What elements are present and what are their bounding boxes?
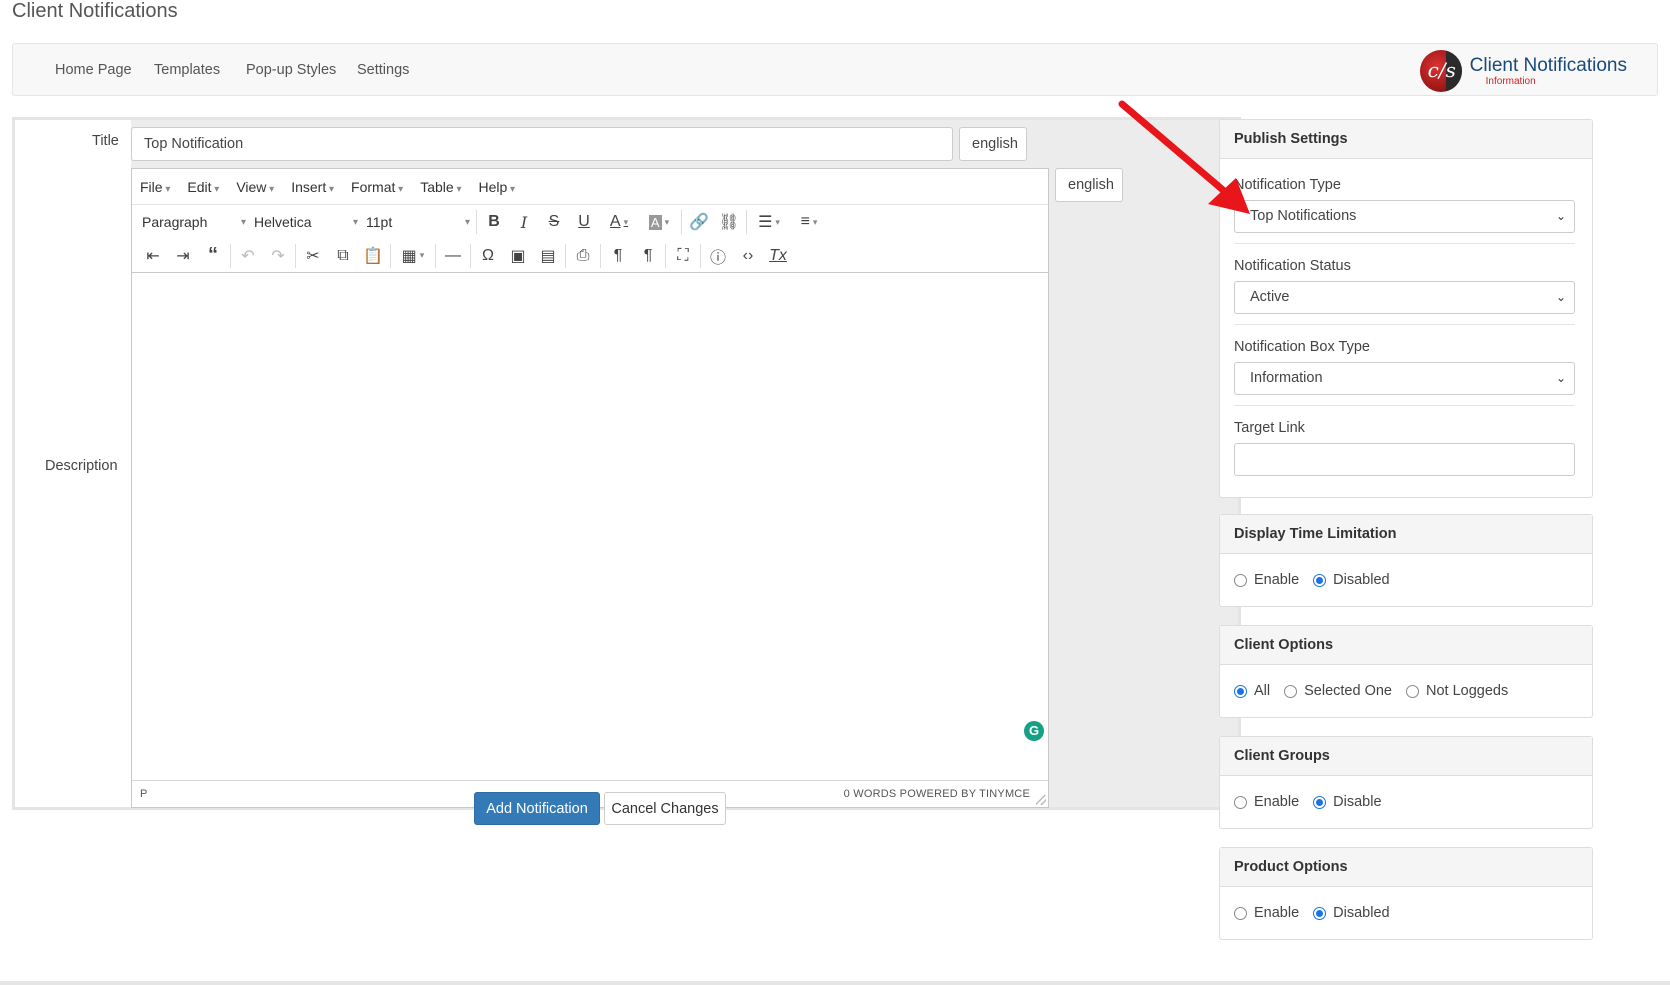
client-groups-heading: Client Groups xyxy=(1220,737,1592,776)
client-options-panel: Client Options All Selected One Not Logg… xyxy=(1219,625,1593,718)
copy-icon[interactable]: ⧉ xyxy=(328,242,358,270)
footer-divider xyxy=(0,981,1670,985)
top-navbar: Home Page Templates Pop-up Styles Settin… xyxy=(12,43,1658,96)
nav-settings[interactable]: Settings xyxy=(357,62,409,78)
unlink-icon[interactable]: ⛓ xyxy=(714,208,744,236)
bullet-list-icon[interactable]: ☰ xyxy=(749,208,789,236)
client-options-not-logged-radio[interactable]: Not Loggeds xyxy=(1406,683,1508,699)
redo-icon[interactable]: ↷ xyxy=(263,242,293,270)
menu-file[interactable]: File xyxy=(140,179,170,195)
page: { "page_title": "Client Notifications", … xyxy=(0,0,1670,985)
word-count: 0 WORDS POWERED BY TINYMCE xyxy=(843,788,1030,800)
media-icon[interactable]: ▤ xyxy=(533,242,563,270)
source-code-icon[interactable]: ‹› xyxy=(733,242,763,270)
numbered-list-icon[interactable]: ≡ xyxy=(789,208,829,236)
underline-icon[interactable]: U xyxy=(569,208,599,236)
outdent-icon[interactable]: ⇤ xyxy=(138,242,168,270)
notification-box-type-label: Notification Box Type xyxy=(1234,339,1370,355)
notification-form: Title Top Notification english Descripti… xyxy=(12,117,1241,810)
editor-menubar: File Edit View Insert Format Table Help xyxy=(132,169,1048,205)
display-time-heading: Display Time Limitation xyxy=(1220,515,1592,554)
resize-handle-icon[interactable] xyxy=(1036,795,1046,805)
client-groups-panel: Client Groups Enable Disable xyxy=(1219,736,1593,829)
client-groups-disable-radio[interactable]: Disable xyxy=(1313,794,1382,810)
client-groups-enable-radio[interactable]: Enable xyxy=(1234,794,1299,810)
client-options-heading: Client Options xyxy=(1220,626,1592,665)
brand-logo-icon: c/s xyxy=(1419,50,1462,92)
chevron-down-icon: ⌄ xyxy=(1555,290,1566,304)
cut-icon[interactable]: ✂ xyxy=(298,242,328,270)
grammarly-icon[interactable]: G xyxy=(1024,721,1044,741)
description-label: Description xyxy=(45,458,118,474)
add-notification-button[interactable]: Add Notification xyxy=(474,792,600,825)
target-link-input[interactable] xyxy=(1234,443,1575,476)
product-options-disabled-radio[interactable]: Disabled xyxy=(1313,905,1390,921)
title-label: Title xyxy=(92,133,119,149)
indent-icon[interactable]: ⇥ xyxy=(168,242,198,270)
font-family-select[interactable]: Helvetica ▾ xyxy=(250,209,362,235)
nav-home-page[interactable]: Home Page xyxy=(55,62,132,78)
target-link-label: Target Link xyxy=(1234,420,1305,436)
undo-icon[interactable]: ↶ xyxy=(233,242,263,270)
product-options-panel: Product Options Enable Disabled xyxy=(1219,847,1593,940)
strikethrough-icon[interactable]: S xyxy=(539,208,569,236)
blockquote-icon[interactable]: “ xyxy=(198,242,228,270)
title-language-tag[interactable]: english xyxy=(959,127,1027,161)
special-char-icon[interactable]: Ω xyxy=(473,242,503,270)
bold-icon[interactable]: B xyxy=(479,208,509,236)
menu-help[interactable]: Help xyxy=(478,179,515,195)
brand-subtitle: Information xyxy=(1485,75,1536,87)
cancel-changes-button[interactable]: Cancel Changes xyxy=(604,792,726,825)
product-options-enable-radio[interactable]: Enable xyxy=(1234,905,1299,921)
chevron-down-icon: ⌄ xyxy=(1555,209,1566,223)
notification-type-label: Notification Type xyxy=(1234,177,1341,193)
client-options-selected-radio[interactable]: Selected One xyxy=(1284,683,1392,699)
block-format-select[interactable]: Paragraph ▾ xyxy=(138,209,250,235)
client-options-all-radio[interactable]: All xyxy=(1234,683,1270,699)
fullscreen-icon[interactable]: ⛶ xyxy=(668,242,698,270)
title-input[interactable]: Top Notification xyxy=(131,127,953,161)
notification-status-select[interactable]: Active ⌄ xyxy=(1234,281,1575,314)
product-options-heading: Product Options xyxy=(1220,848,1592,887)
menu-edit[interactable]: Edit xyxy=(187,179,219,195)
paste-icon[interactable]: 📋 xyxy=(358,242,388,270)
clear-format-icon[interactable]: Tx xyxy=(763,242,793,270)
font-size-select[interactable]: 11pt ▾ xyxy=(362,209,474,235)
menu-view[interactable]: View xyxy=(236,179,274,195)
text-color-icon[interactable]: A xyxy=(599,208,639,236)
display-time-disabled-radio[interactable]: Disabled xyxy=(1313,572,1390,588)
horizontal-rule-icon[interactable]: — xyxy=(438,242,468,270)
description-language-tag[interactable]: english xyxy=(1055,168,1123,202)
brand: c/s Client Notifications Information xyxy=(1419,50,1627,92)
display-time-panel: Display Time Limitation Enable Disabled xyxy=(1219,514,1593,607)
rtl-icon[interactable]: ¶ xyxy=(633,242,663,270)
notification-status-label: Notification Status xyxy=(1234,258,1351,274)
help-icon[interactable]: ⓘ xyxy=(703,242,733,270)
table-icon[interactable]: ▦ xyxy=(393,242,433,270)
publish-settings-panel: Publish Settings Notification Type Top N… xyxy=(1219,119,1593,498)
print-icon[interactable]: ⎙ xyxy=(568,242,598,270)
nav-popup-styles[interactable]: Pop-up Styles xyxy=(246,62,336,78)
menu-insert[interactable]: Insert xyxy=(291,179,334,195)
publish-settings-heading: Publish Settings xyxy=(1220,120,1592,159)
editor-content-area[interactable]: G xyxy=(132,273,1048,743)
notification-type-select[interactable]: Top Notifications ⌄ xyxy=(1234,200,1575,233)
ltr-icon[interactable]: ¶ xyxy=(603,242,633,270)
background-color-icon[interactable]: A xyxy=(639,208,679,236)
nav-templates[interactable]: Templates xyxy=(154,62,220,78)
chevron-down-icon: ⌄ xyxy=(1555,371,1566,385)
editor-toolbar-1: Paragraph▾ Helvetica▾ 11pt▾ B I S U A A … xyxy=(132,205,1048,239)
link-icon[interactable]: 🔗 xyxy=(684,208,714,236)
rich-text-editor: File Edit View Insert Format Table Help … xyxy=(131,168,1049,808)
element-path[interactable]: P xyxy=(140,788,147,800)
italic-icon[interactable]: I xyxy=(509,208,539,236)
menu-format[interactable]: Format xyxy=(351,179,403,195)
image-icon[interactable]: ▣ xyxy=(503,242,533,270)
page-title: Client Notifications xyxy=(12,0,178,22)
editor-toolbar-2: ⇤ ⇥ “ ↶ ↷ ✂ ⧉ 📋 ▦ — Ω ▣ ▤ ⎙ xyxy=(132,239,1048,273)
brand-name: Client Notifications xyxy=(1469,54,1627,76)
notification-box-type-select[interactable]: Information ⌄ xyxy=(1234,362,1575,395)
display-time-enable-radio[interactable]: Enable xyxy=(1234,572,1299,588)
menu-table[interactable]: Table xyxy=(420,179,461,195)
